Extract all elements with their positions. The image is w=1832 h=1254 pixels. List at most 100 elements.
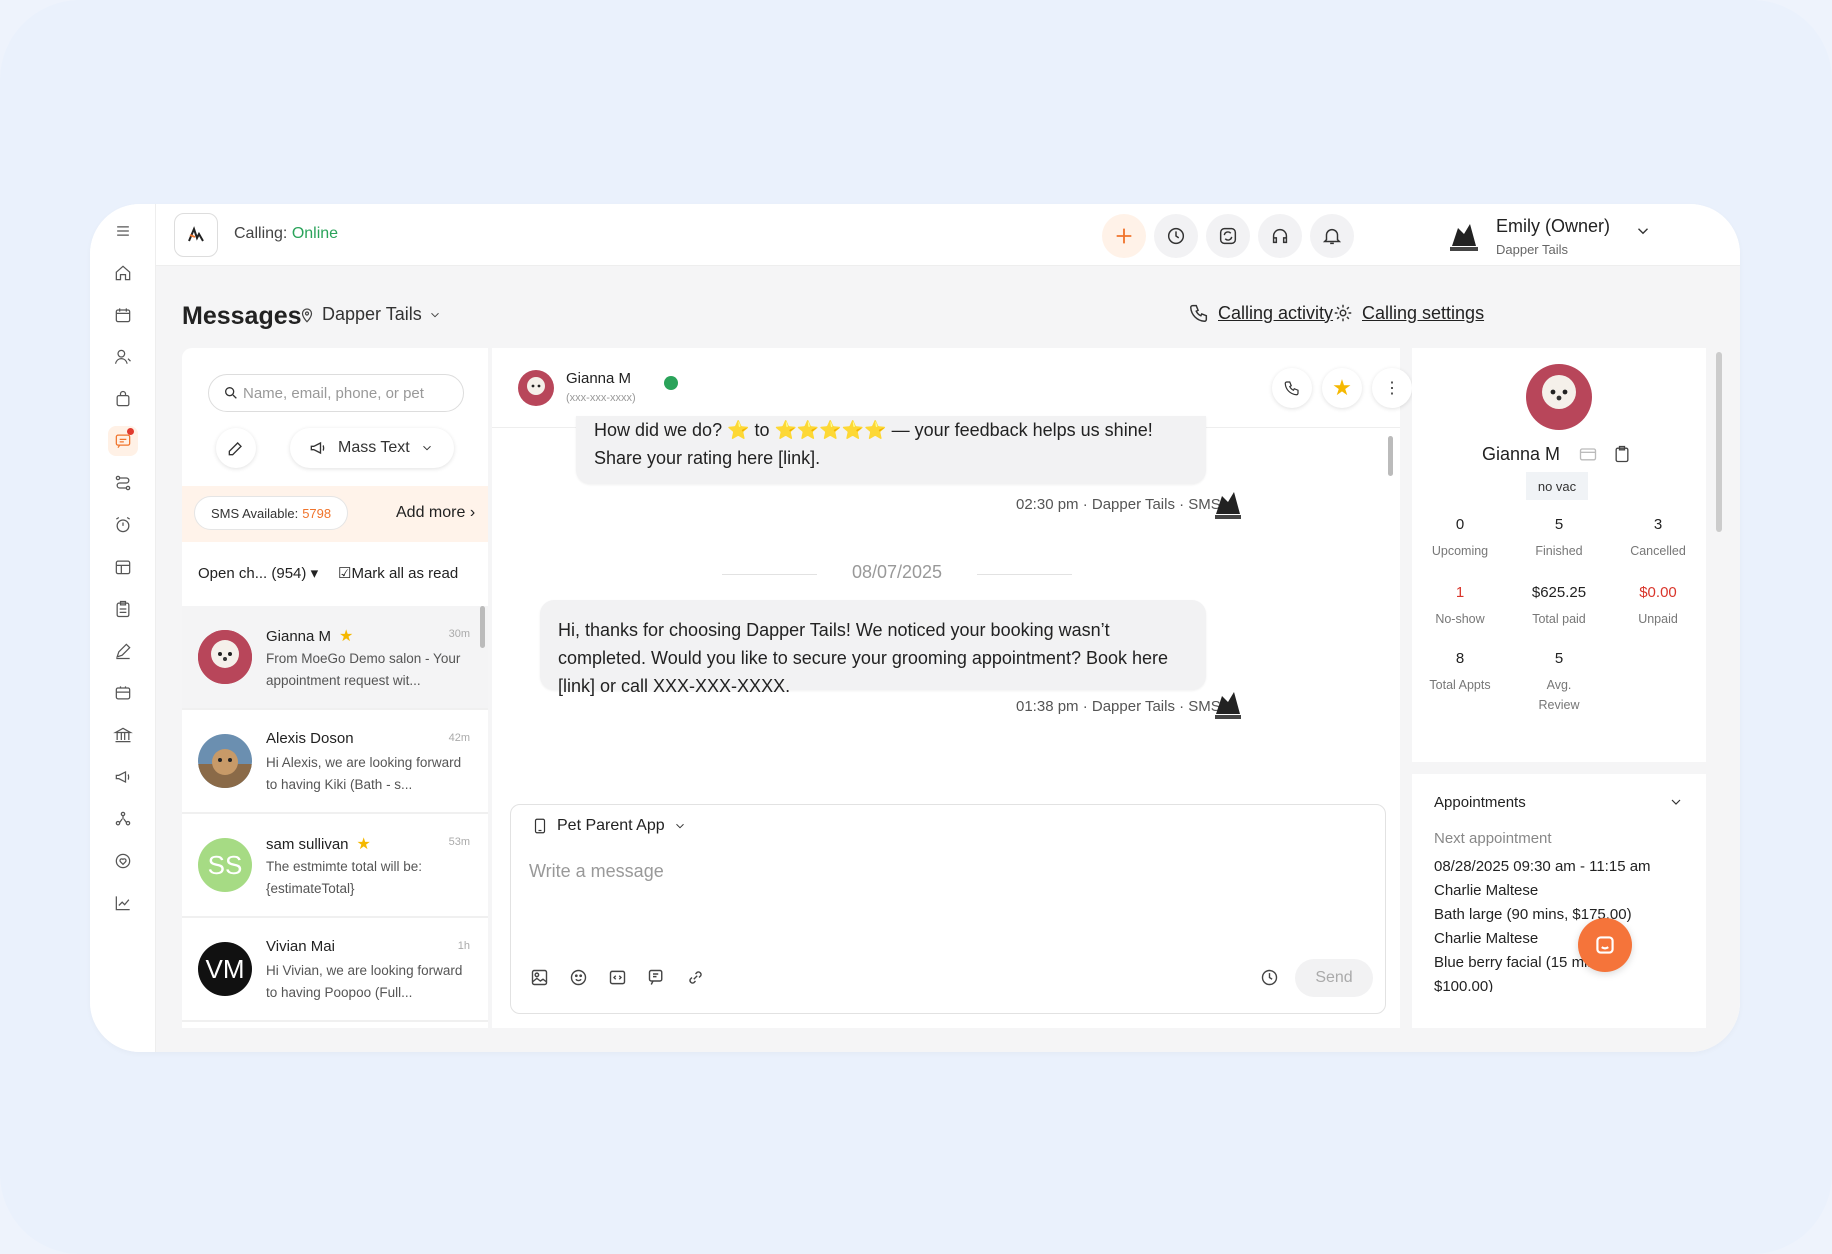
conversation-list-panel: Name, email, phone, or pet Mass Text SMS…: [182, 348, 488, 1028]
location-selector[interactable]: Dapper Tails: [298, 304, 442, 325]
sync-button[interactable]: [1206, 214, 1250, 258]
template-icon[interactable]: [646, 967, 667, 988]
search-input[interactable]: Name, email, phone, or pet: [208, 374, 464, 412]
avatar: [198, 630, 252, 684]
chat-scrollbar[interactable]: [1388, 436, 1393, 476]
conversation-item[interactable]: SS sam sullivan ★ 53m The estmimte total …: [182, 814, 488, 918]
message-bubble: Hi, thanks for choosing Dapper Tails! We…: [540, 600, 1206, 696]
stat-unpaid: $0.00 Unpaid: [1610, 584, 1706, 629]
conversation-name-row: Vivian Mai: [266, 938, 335, 955]
menu-icon[interactable]: [108, 216, 138, 246]
emoji-icon[interactable]: [568, 967, 589, 988]
conversation-item[interactable]: Alexis Doson 42m Hi Alexis, we are looki…: [182, 710, 488, 814]
stat-total-paid: $625.25 Total paid: [1511, 584, 1607, 629]
calendar-icon[interactable]: [108, 300, 138, 330]
avatar: [518, 370, 554, 406]
stat-value: $0.00: [1639, 584, 1677, 601]
alarm-icon[interactable]: [108, 510, 138, 540]
home-icon[interactable]: [108, 258, 138, 288]
stat-value: 3: [1653, 516, 1663, 533]
conversation-item[interactable]: VM Vivian Mai 1h Hi Vivian, we are looki…: [182, 918, 488, 1022]
messages-icon[interactable]: [108, 426, 138, 456]
image-icon[interactable]: [529, 967, 550, 988]
card-icon[interactable]: [1578, 444, 1598, 464]
megaphone-icon[interactable]: [108, 762, 138, 792]
headset-icon: [1272, 228, 1288, 244]
more-options-button[interactable]: ⋮: [1372, 368, 1412, 408]
clients-icon[interactable]: [108, 342, 138, 372]
kebab-icon: ⋮: [1384, 380, 1400, 397]
conversation-name-row: sam sullivan ★: [266, 834, 371, 854]
client-name: Gianna M: [1482, 444, 1561, 464]
notifications-button[interactable]: [1310, 214, 1354, 258]
add-button[interactable]: [1102, 214, 1146, 258]
appointment-line: $100.00): [1434, 978, 1494, 992]
stat-label: Total paid: [1532, 612, 1586, 626]
stat-finished: 5 Finished: [1511, 516, 1607, 561]
add-more-link[interactable]: Add more ›: [396, 504, 475, 522]
ticket-icon[interactable]: [108, 678, 138, 708]
search-placeholder: Name, email, phone, or pet: [243, 384, 424, 402]
conversation-name: Alexis Doson: [266, 730, 354, 747]
chevron-down-icon: [422, 445, 431, 451]
favorite-button[interactable]: ★: [1322, 368, 1362, 408]
conversation-time: 53m: [448, 836, 470, 848]
calling-settings-label: Calling settings: [1362, 302, 1485, 323]
heart-icon[interactable]: [108, 846, 138, 876]
channel-selector[interactable]: Pet Parent App: [531, 817, 687, 835]
reports-icon[interactable]: [108, 888, 138, 918]
clipboard-icon[interactable]: [1612, 444, 1632, 464]
chevron-down-icon[interactable]: [1668, 794, 1684, 810]
calling-activity-link[interactable]: Calling activity: [1188, 302, 1333, 324]
conversation-name: Vivian Mai: [266, 938, 335, 955]
stat-label: Finished: [1535, 544, 1583, 558]
conversation-item[interactable]: Gianna M ★ 30m From MoeGo Demo salon - Yo…: [182, 606, 488, 710]
user-menu[interactable]: Emily (Owner) Dapper Tails: [1444, 212, 1654, 258]
sms-available-count: 5798: [302, 505, 332, 521]
appointments-title: Appointments: [1434, 794, 1526, 811]
mark-all-read-button[interactable]: ☑Mark all as read: [338, 564, 458, 582]
date-separator: 08/07/2025: [722, 562, 1072, 583]
app-logo[interactable]: [174, 213, 218, 257]
stat-value: $625.25: [1531, 584, 1587, 601]
composer-toolbar: [529, 967, 706, 988]
chat-filter-dropdown[interactable]: Open ch... (954) ▾: [198, 564, 318, 582]
stat-total-appts: 8 Total Appts: [1412, 650, 1508, 695]
conversation-name-row: Alexis Doson: [266, 730, 354, 747]
notification-dot: [127, 428, 134, 435]
route-icon[interactable]: [108, 468, 138, 498]
page-title: Messages: [182, 302, 302, 330]
message-text: Hi, thanks for choosing Dapper Tails! We…: [558, 620, 1169, 696]
code-icon[interactable]: [607, 967, 628, 988]
star-icon: ★: [356, 836, 371, 853]
link-icon[interactable]: [685, 967, 706, 988]
call-button[interactable]: [1272, 368, 1312, 408]
support-button[interactable]: [1258, 214, 1302, 258]
list-scrollbar[interactable]: [480, 606, 485, 648]
stat-avg-review: 5 Avg. Review: [1511, 650, 1607, 715]
history-button[interactable]: [1154, 214, 1198, 258]
bag-icon[interactable]: [108, 384, 138, 414]
bank-icon[interactable]: [108, 720, 138, 750]
network-icon[interactable]: [108, 804, 138, 834]
stat-label: No-show: [1435, 612, 1485, 626]
mass-text-button[interactable]: Mass Text: [290, 428, 454, 468]
message-composer: Pet Parent App Write a message Send: [510, 804, 1386, 1014]
profile-scrollbar[interactable]: [1716, 352, 1722, 532]
support-chat-button[interactable]: [1578, 918, 1632, 972]
message-text: How did we do? ⭐ to ⭐⭐⭐⭐⭐ — your feedbac…: [594, 420, 1153, 468]
contact-name: Gianna M: [566, 370, 632, 387]
clipboard-icon[interactable]: [108, 594, 138, 624]
contact-phone: (xxx-xxx-xxxx): [566, 392, 636, 404]
pen-icon[interactable]: [108, 636, 138, 666]
schedule-icon[interactable]: [108, 552, 138, 582]
schedule-clock-icon[interactable]: [1259, 967, 1280, 988]
compose-button[interactable]: [216, 428, 256, 468]
message-input[interactable]: Write a message: [529, 861, 664, 882]
send-button[interactable]: Send: [1295, 959, 1373, 997]
calling-settings-link[interactable]: Calling settings: [1332, 302, 1484, 324]
filter-row: Open ch... (954) ▾ ☑Mark all as read: [182, 556, 488, 596]
calling-online: Online: [291, 225, 339, 242]
stat-label: Upcoming: [1431, 544, 1489, 558]
search-icon: [225, 387, 237, 399]
